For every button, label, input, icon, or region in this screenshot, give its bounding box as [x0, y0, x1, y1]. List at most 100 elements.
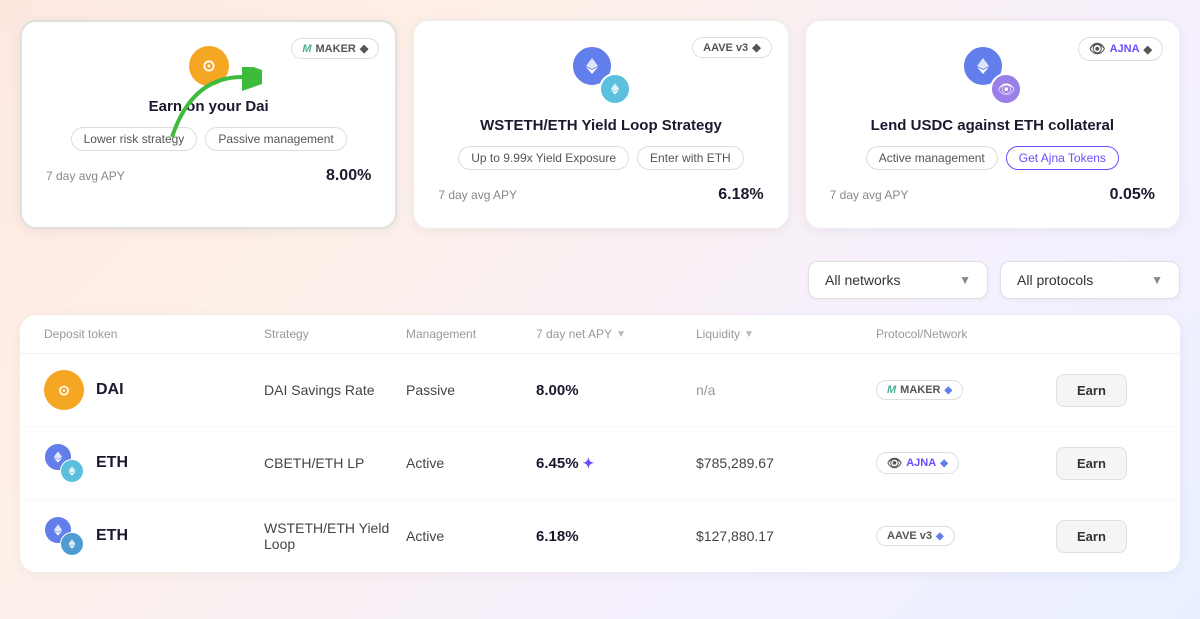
table-row: ⊙ DAI DAI Savings Rate Passive 8.00% n/a… — [20, 354, 1180, 427]
eth-wsteth-icon — [44, 516, 84, 556]
networks-label: All networks — [825, 272, 900, 288]
ajna-dual-icon: 👁 — [962, 45, 1022, 105]
th-management: Management — [406, 327, 536, 341]
dai-icon-circle: ⊙ — [189, 46, 229, 86]
th-liquidity[interactable]: Liquidity ▼ — [696, 327, 876, 341]
featured-card-dai: M MAKER ◆ ⊙ Earn on your Dai Lower risk … — [20, 20, 397, 229]
dai-card-title: Earn on your Dai — [46, 98, 371, 115]
maker-icon: M — [302, 43, 311, 55]
networks-chevron-icon: ▼ — [959, 273, 971, 287]
eth-loop-card-title: WSTETH/ETH Yield Loop Strategy — [438, 117, 763, 134]
filters-row: All networks ▼ All protocols ▼ — [20, 261, 1180, 299]
ajna-sub-icon: 👁 — [990, 73, 1022, 105]
ajna-label: AJNA — [1110, 43, 1140, 55]
eth-cbeth-protocol-cell: 👁 AJNA ◆ — [876, 452, 1056, 474]
dai-strategy: DAI Savings Rate — [264, 382, 406, 398]
th-apy[interactable]: 7 day net APY ▼ — [536, 327, 696, 341]
eth-fg-icon — [599, 73, 631, 105]
ajna-eth-dot: ◆ — [940, 458, 948, 469]
eth-wsteth-token-name: ETH — [96, 527, 128, 545]
eth-double-icon — [571, 45, 631, 105]
dai-action-cell: Earn — [1056, 374, 1156, 407]
eth-cbeth-liquidity: $785,289.67 — [696, 455, 876, 471]
maker-m-icon: M — [887, 384, 896, 396]
eth-wsteth-liquidity: $127,880.17 — [696, 528, 876, 544]
eth-cbeth-earn-button[interactable]: Earn — [1056, 447, 1127, 480]
svg-text:⊙: ⊙ — [202, 58, 215, 75]
eth-wsteth-protocol-badge: AAVE v3 ◆ — [876, 526, 955, 546]
sparkle-icon: ✦ — [583, 455, 595, 472]
eth-cbeth-protocol-badge: 👁 AJNA ◆ — [876, 452, 959, 474]
ajna-protocol-label: AJNA — [906, 457, 936, 469]
aave-eth-dot: ◆ — [936, 531, 944, 542]
featured-card-eth-loop: AAVE v3 ◆ WSTETH/ETH Yield Loop Strategy… — [413, 20, 788, 229]
main-container: M MAKER ◆ ⊙ Earn on your Dai Lower risk … — [20, 20, 1180, 572]
maker-protocol-label: MAKER — [900, 384, 940, 396]
apy-sort-icon: ▼ — [616, 329, 626, 340]
th-action — [1056, 327, 1156, 341]
ajna-eye: 👁 — [1089, 41, 1106, 57]
eth-wsteth-protocol-cell: AAVE v3 ◆ — [876, 526, 1056, 546]
th-protocol: Protocol/Network — [876, 327, 1056, 341]
aave-protocol-label: AAVE v3 — [887, 530, 932, 542]
eth-wsteth-strategy: WSTETH/ETH Yield Loop — [264, 520, 406, 552]
usdc-eth-apy-value: 0.05% — [1110, 186, 1155, 204]
usdc-eth-apy-row: 7 day avg APY 0.05% — [830, 186, 1155, 204]
eth-loop-apy-value: 6.18% — [718, 186, 763, 204]
wsteth-icon-fg — [60, 532, 84, 556]
table-row: ETH CBETH/ETH LP Active 6.45% ✦ $785,289… — [20, 427, 1180, 500]
dai-management: Passive — [406, 382, 536, 398]
svg-text:⊙: ⊙ — [58, 382, 70, 398]
eth-cbeth-action-cell: Earn — [1056, 447, 1156, 480]
badge-ajna-tokens: Get Ajna Tokens — [1006, 146, 1119, 170]
th-strategy: Strategy — [264, 327, 406, 341]
dai-protocol-cell: M MAKER ◆ — [876, 380, 1056, 400]
table-header: Deposit token Strategy Management 7 day … — [20, 315, 1180, 354]
badge-yield-exposure: Up to 9.99x Yield Exposure — [458, 146, 629, 170]
eth-loop-apy-label: 7 day avg APY — [438, 188, 517, 202]
earn-table: Deposit token Strategy Management 7 day … — [20, 315, 1180, 572]
eth-loop-badges: Up to 9.99x Yield Exposure Enter with ET… — [438, 146, 763, 170]
dai-apy-row: 7 day avg APY 8.00% — [46, 167, 371, 185]
maker-eth-dot: ◆ — [945, 385, 953, 396]
featured-cards-row: M MAKER ◆ ⊙ Earn on your Dai Lower risk … — [20, 20, 1180, 229]
maker-label: MAKER — [316, 43, 356, 55]
eth-loop-apy-row: 7 day avg APY 6.18% — [438, 186, 763, 204]
dai-token-name: DAI — [96, 381, 124, 399]
eth-cbeth-management: Active — [406, 455, 536, 471]
usdc-eth-badges: Active management Get Ajna Tokens — [830, 146, 1155, 170]
cbeth-icon-fg — [60, 459, 84, 483]
usdc-eth-card-title: Lend USDC against ETH collateral — [830, 117, 1155, 134]
protocols-chevron-icon: ▼ — [1151, 273, 1163, 287]
networks-filter[interactable]: All networks ▼ — [808, 261, 988, 299]
table-row: ETH WSTETH/ETH Yield Loop Active 6.18% $… — [20, 500, 1180, 572]
card-protocol-aave: AAVE v3 ◆ — [692, 37, 772, 58]
dai-liquidity: n/a — [696, 382, 876, 398]
eth-cbeth-token-name: ETH — [96, 454, 128, 472]
eth-wsteth-earn-button[interactable]: Earn — [1056, 520, 1127, 553]
dai-apy-label: 7 day avg APY — [46, 169, 125, 183]
token-cell-dai: ⊙ DAI — [44, 370, 264, 410]
badge-lower-risk: Lower risk strategy — [71, 127, 198, 151]
ajna-eye-table: 👁 — [887, 456, 902, 470]
protocols-filter[interactable]: All protocols ▼ — [1000, 261, 1180, 299]
token-cell-eth-cbeth: ETH — [44, 443, 264, 483]
aave-label: AAVE v3 — [703, 42, 748, 54]
eth-cbeth-apy: 6.45% ✦ — [536, 455, 696, 472]
badge-enter-eth: Enter with ETH — [637, 146, 744, 170]
eth-wsteth-apy: 6.18% — [536, 528, 696, 545]
badge-passive: Passive management — [205, 127, 346, 151]
eth-dot: ◆ — [360, 42, 368, 55]
card-protocol-maker: M MAKER ◆ — [291, 38, 379, 59]
dai-card-badges: Lower risk strategy Passive management — [46, 127, 371, 151]
dai-protocol-badge: M MAKER ◆ — [876, 380, 963, 400]
dai-apy-value: 8.00% — [326, 167, 371, 185]
usdc-eth-apy-label: 7 day avg APY — [830, 188, 909, 202]
card-protocol-ajna: 👁 AJNA ◆ — [1078, 37, 1163, 61]
dai-apy: 8.00% — [536, 382, 696, 399]
liquidity-sort-icon: ▼ — [744, 329, 754, 340]
eth-cbeth-strategy: CBETH/ETH LP — [264, 455, 406, 471]
dai-earn-button[interactable]: Earn — [1056, 374, 1127, 407]
token-cell-eth-wsteth: ETH — [44, 516, 264, 556]
featured-card-usdc-eth: 👁 AJNA ◆ 👁 Lend USDC against ETH collate… — [805, 20, 1180, 229]
